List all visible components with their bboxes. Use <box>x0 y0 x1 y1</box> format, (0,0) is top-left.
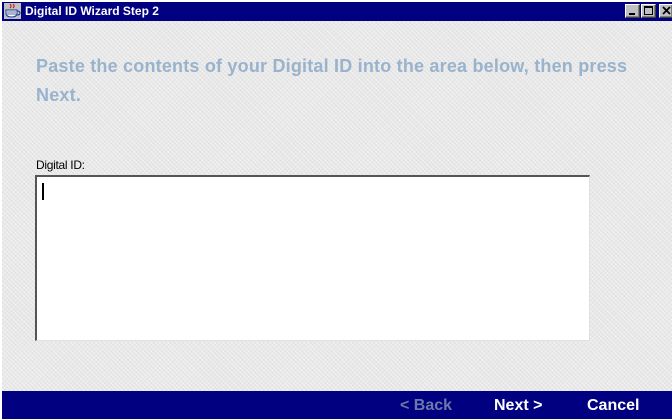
maximize-button[interactable] <box>641 4 656 18</box>
minimize-button[interactable] <box>625 4 640 18</box>
close-icon <box>662 6 671 15</box>
text-caret <box>42 183 44 200</box>
wizard-button-bar: < Back Next > Cancel <box>2 391 672 419</box>
close-button[interactable] <box>659 4 672 18</box>
minimize-icon <box>629 13 635 15</box>
window-title: Digital ID Wizard Step 2 <box>25 4 159 18</box>
cancel-button[interactable]: Cancel <box>587 391 639 419</box>
digital-id-field-frame[interactable] <box>35 175 590 341</box>
next-button[interactable]: Next > <box>494 391 542 419</box>
digital-id-label: Digital ID: <box>36 158 85 172</box>
maximize-icon <box>644 6 653 15</box>
java-cup-icon <box>4 3 21 19</box>
wizard-window: Digital ID Wizard Step 2 Paste the conte… <box>0 0 672 419</box>
instruction-text: Paste the contents of your Digital ID in… <box>36 56 628 105</box>
back-button[interactable]: < Back <box>400 391 452 419</box>
digital-id-field[interactable] <box>37 177 589 340</box>
title-bar[interactable]: Digital ID Wizard Step 2 <box>2 2 672 21</box>
